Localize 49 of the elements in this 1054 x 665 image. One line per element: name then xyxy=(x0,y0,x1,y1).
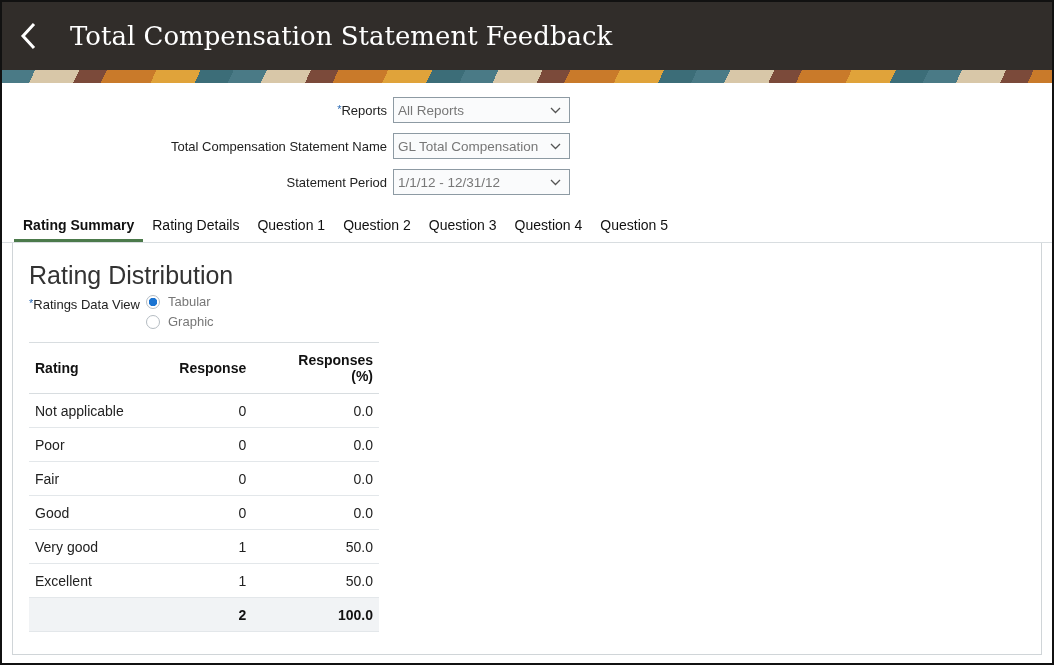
table-cell: 0.0 xyxy=(252,393,379,428)
tab[interactable]: Rating Details xyxy=(143,211,249,242)
table-cell: Not applicable xyxy=(29,393,155,428)
field-label: Statement Period xyxy=(286,174,387,190)
chevron-down-icon xyxy=(550,106,561,114)
field-label: Total Compensation Statement Name xyxy=(170,138,387,154)
table-cell: 0 xyxy=(154,393,253,428)
tab[interactable]: Question 4 xyxy=(505,211,592,242)
table-cell: 0 xyxy=(154,461,253,496)
chevron-down-icon xyxy=(550,142,561,150)
column-header: Response xyxy=(154,342,253,394)
tab[interactable]: Question 2 xyxy=(334,211,420,242)
table-cell: 0 xyxy=(154,495,253,530)
table-cell: Fair xyxy=(29,461,155,496)
table-cell: 1 xyxy=(154,529,253,564)
radio-button[interactable] xyxy=(146,314,160,329)
radio-button[interactable] xyxy=(146,294,160,309)
table-cell: 0 xyxy=(154,427,253,462)
tab[interactable]: Question 3 xyxy=(419,211,506,242)
table-cell: Excellent xyxy=(29,563,155,598)
page-title: Total Compensation Statement Feedback xyxy=(70,21,613,51)
table-cell: 50.0 xyxy=(252,529,379,564)
table-cell: Very good xyxy=(29,529,155,564)
radio-label: Tabular xyxy=(168,294,211,309)
table-cell: 0.0 xyxy=(252,495,379,530)
dropdown-field[interactable]: 1/1/12 - 12/31/12 xyxy=(393,169,570,195)
tab[interactable]: Question 1 xyxy=(248,211,335,242)
column-header: Responses (%) xyxy=(252,342,379,394)
dropdown-field[interactable]: GL Total Compensation xyxy=(393,133,570,159)
field-label: Reports xyxy=(341,102,387,118)
tab[interactable]: Question 5 xyxy=(591,211,677,242)
chevron-down-icon xyxy=(550,178,561,186)
required-mark: * xyxy=(337,102,342,115)
table-cell: 0.0 xyxy=(252,427,379,462)
table-cell: Poor xyxy=(29,427,155,462)
dropdown-field[interactable]: All Reports xyxy=(393,97,570,123)
tab[interactable]: Rating Summary xyxy=(14,211,144,242)
total-value: 2 xyxy=(238,606,247,623)
field-label: Ratings Data View xyxy=(33,297,140,312)
total-value: 100.0 xyxy=(337,606,373,623)
table-cell: 1 xyxy=(154,563,253,598)
back-icon[interactable] xyxy=(20,22,36,50)
table-cell: 50.0 xyxy=(252,563,379,598)
required-mark: * xyxy=(29,297,34,309)
column-header: Rating xyxy=(29,342,155,394)
table-cell: 0.0 xyxy=(252,461,379,496)
table-cell: Good xyxy=(29,495,155,530)
radio-label: Graphic xyxy=(168,314,214,329)
section-title: Rating Distribution xyxy=(29,261,235,290)
